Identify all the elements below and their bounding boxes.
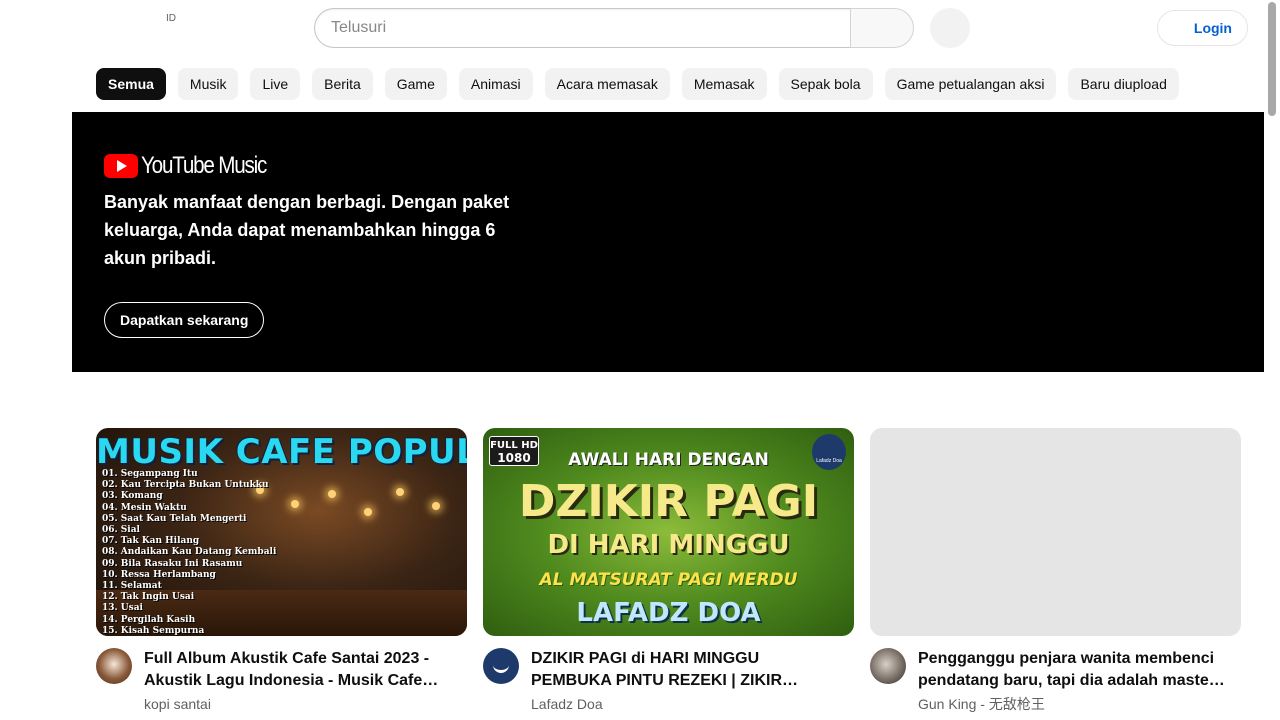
channel-name[interactable]: Lafadz Doa (531, 694, 841, 714)
chip-memasak[interactable]: Memasak (681, 68, 767, 100)
track-item: 12. Tak Ingin Usai (102, 592, 195, 603)
chip-musik[interactable]: Musik (177, 68, 239, 100)
video-thumbnail[interactable]: MUSIK CAFE POPULER 01. Segampang Itu 02.… (96, 428, 467, 636)
thumbnail-headline: MUSIK CAFE POPULER (96, 432, 467, 472)
chip-baru-diupload[interactable]: Baru diupload (1068, 68, 1179, 100)
chip-game[interactable]: Game (384, 68, 447, 100)
thumbnail-line-5: LAFADZ DOA (576, 598, 761, 628)
search-button[interactable] (850, 8, 914, 48)
thumbnail-line-4: AL MATSURAT PAGI MERDU (539, 570, 798, 590)
track-item: 02. Kau Tercipta Bukan Untukku (102, 480, 269, 491)
channel-avatar[interactable] (483, 648, 519, 684)
chip-animasi[interactable]: Animasi (458, 68, 533, 100)
masthead: ID Login (0, 0, 1264, 56)
video-card[interactable]: Pengganggu penjara wanita membenci penda… (870, 428, 1241, 714)
country-code: ID (166, 13, 176, 24)
page-scrollbar[interactable] (1264, 0, 1280, 720)
youtube-music-brand: YouTube Music (141, 152, 267, 179)
lamp-bulb (364, 508, 372, 516)
video-thumbnail[interactable]: FULL HD 1080 Lafadz Doa AWALI HARI DENGA… (483, 428, 854, 636)
track-item: 14. Pergilah Kasih (102, 614, 196, 625)
login-label: Login (1193, 20, 1232, 36)
scrollbar-thumb[interactable] (1268, 2, 1276, 116)
search-box[interactable] (314, 8, 851, 48)
track-item: 01. Segampang Itu (102, 469, 198, 479)
chip-acara-memasak[interactable]: Acara memasak (544, 68, 670, 100)
video-meta: DZIKIR PAGI di HARI MINGGU PEMBUKA PINTU… (483, 648, 854, 714)
login-button[interactable]: Login (1157, 10, 1248, 46)
lamp-bulb (432, 502, 440, 510)
search-input[interactable] (315, 9, 851, 47)
chip-sepak-bola[interactable]: Sepak bola (778, 68, 873, 100)
youtube-music-logo: YouTube Music (104, 152, 286, 180)
video-card[interactable]: FULL HD 1080 Lafadz Doa AWALI HARI DENGA… (483, 428, 854, 714)
channel-avatar[interactable] (870, 648, 906, 684)
category-chip-bar: Semua Musik Live Berita Game Animasi Aca… (96, 68, 1179, 100)
track-item: 10. Ressa Herlambang (102, 569, 216, 580)
track-item: 15. Kisah Sempurna (102, 625, 205, 636)
track-item: 13. Usai (102, 603, 143, 614)
chip-game-petualangan-aksi[interactable]: Game petualangan aksi (884, 68, 1057, 100)
youtube-play-icon (104, 154, 138, 178)
get-now-button[interactable]: Dapatkan sekarang (104, 302, 265, 338)
promo-banner: YouTube Music Banyak manfaat dengan berb… (72, 112, 1264, 372)
track-item: 05. Saat Kau Telah Mengerti (102, 513, 247, 524)
track-item: 03. Komang (102, 491, 163, 502)
thumbnail-tracklist: 01. Segampang Itu 02. Kau Tercipta Bukan… (102, 469, 276, 636)
lamp-bulb (328, 490, 336, 498)
video-meta: Full Album Akustik Cafe Santai 2023 - Ak… (96, 648, 467, 714)
lamp-bulb (291, 500, 299, 508)
chip-semua[interactable]: Semua (96, 68, 166, 100)
video-thumbnail-placeholder[interactable] (870, 428, 1241, 636)
video-title[interactable]: DZIKIR PAGI di HARI MINGGU PEMBUKA PINTU… (531, 648, 841, 692)
video-title[interactable]: Full Album Akustik Cafe Santai 2023 - Ak… (144, 648, 454, 692)
banner-message: Banyak manfaat dengan berbagi. Dengan pa… (104, 192, 510, 268)
thumbnail-line-2: DZIKIR PAGI (518, 476, 819, 527)
chip-live[interactable]: Live (250, 68, 301, 100)
channel-name[interactable]: Gun King - 无敌枪王 (918, 694, 1228, 714)
track-item: 06. Sial (102, 525, 140, 536)
thumbnail-line-3: DI HARI MINGGU (547, 530, 790, 560)
video-card[interactable]: MUSIK CAFE POPULER 01. Segampang Itu 02.… (96, 428, 467, 714)
track-item: 08. Andaikan Kau Datang Kembali (102, 547, 277, 558)
lamp-bulb (396, 488, 404, 496)
track-item: 11. Selamat (102, 581, 162, 592)
chip-berita[interactable]: Berita (312, 68, 373, 100)
voice-search-button[interactable] (930, 8, 970, 48)
channel-name[interactable]: kopi santai (144, 694, 454, 714)
thumbnail-line-1: AWALI HARI DENGAN (568, 450, 769, 470)
video-meta: Pengganggu penjara wanita membenci penda… (870, 648, 1241, 714)
video-title[interactable]: Pengganggu penjara wanita membenci penda… (918, 648, 1228, 692)
channel-avatar[interactable] (96, 648, 132, 684)
track-item: 09. Bila Rasaku Ini Rasamu (102, 558, 243, 569)
track-item: 07. Tak Kan Hilang (102, 536, 200, 547)
video-grid: MUSIK CAFE POPULER 01. Segampang Itu 02.… (96, 428, 1241, 714)
track-item: 04. Mesin Waktu (102, 502, 187, 513)
